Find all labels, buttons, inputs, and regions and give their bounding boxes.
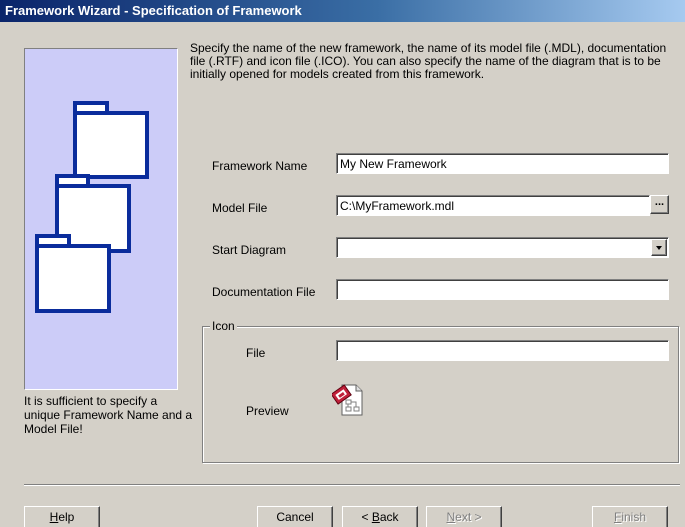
- icon-file-input[interactable]: [336, 340, 669, 361]
- help-button[interactable]: Help: [24, 506, 100, 527]
- icon-file-label: File: [246, 346, 266, 360]
- start-diagram-label: Start Diagram: [212, 243, 287, 257]
- wizard-dialog: It is sufficient to specify a unique Fra…: [0, 22, 685, 527]
- intro-text: Specify the name of the new framework, t…: [190, 41, 667, 81]
- model-file-label: Model File: [212, 201, 268, 215]
- documentation-file-label: Documentation File: [212, 285, 316, 299]
- next-button[interactable]: Next >: [426, 506, 502, 527]
- illustration-panel: [24, 48, 178, 390]
- stacked-folders-icon: [35, 101, 149, 313]
- icon-preview-label: Preview: [246, 404, 289, 418]
- framework-file-icon: [332, 384, 363, 416]
- model-file-input[interactable]: C:\MyFramework.mdl: [336, 195, 650, 216]
- finish-button[interactable]: Finish: [592, 506, 668, 527]
- framework-name-input[interactable]: My New Framework: [336, 153, 669, 174]
- framework-name-label: Framework Name: [212, 159, 308, 173]
- chevron-down-icon[interactable]: [651, 239, 667, 256]
- documentation-file-input[interactable]: [336, 279, 669, 300]
- icon-group-legend: Icon: [210, 319, 237, 333]
- start-diagram-select[interactable]: [336, 237, 669, 258]
- back-button[interactable]: < Back: [342, 506, 418, 527]
- separator: [24, 484, 680, 486]
- window-title: Framework Wizard - Specification of Fram…: [0, 0, 685, 22]
- browse-model-file-button[interactable]: ...: [650, 195, 669, 214]
- cancel-button[interactable]: Cancel: [257, 506, 333, 527]
- hint-text: It is sufficient to specify a unique Fra…: [24, 394, 193, 436]
